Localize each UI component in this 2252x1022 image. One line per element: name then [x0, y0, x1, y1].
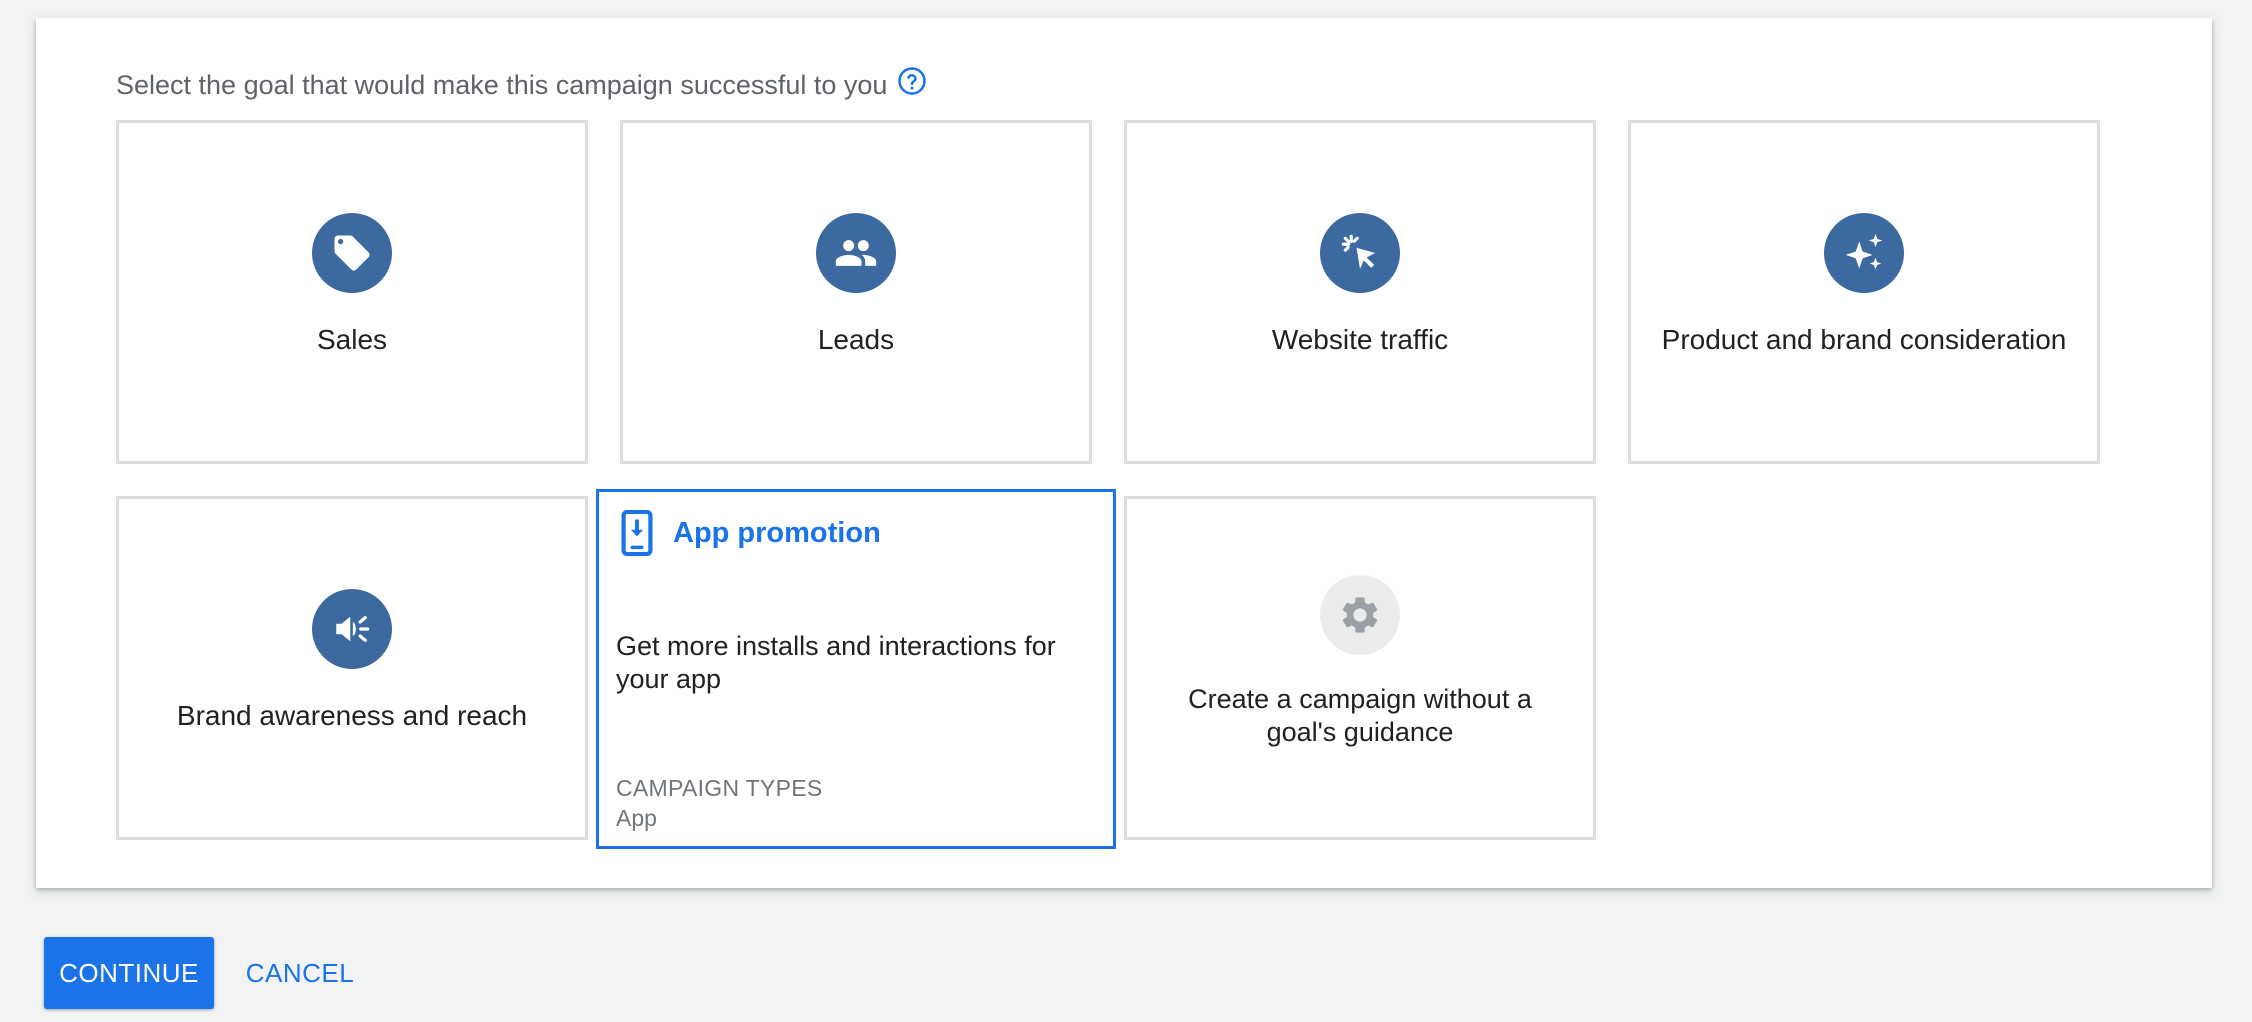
goal-card-app-promotion[interactable]: App promotion Get more installs and inte…	[596, 489, 1116, 849]
goal-prompt: Select the goal that would make this cam…	[116, 66, 927, 101]
cancel-button[interactable]: CANCEL	[232, 937, 368, 1009]
goal-label: Sales	[316, 324, 388, 355]
continue-button[interactable]: CONTINUE	[44, 937, 214, 1009]
goal-card-sales[interactable]: Sales	[116, 120, 588, 464]
campaign-types-value: App	[616, 805, 657, 831]
goal-card-no-guidance[interactable]: Create a campaign without a goal's guida…	[1124, 496, 1596, 840]
goal-label: App promotion	[673, 516, 881, 549]
goal-label: Product and brand consideration	[1661, 324, 2067, 355]
goal-label: Brand awareness and reach	[176, 700, 528, 731]
megaphone-icon	[312, 589, 392, 669]
goal-description: Get more installs and interactions for y…	[616, 631, 1056, 694]
campaign-types-label: CAMPAIGN TYPES	[616, 775, 823, 801]
goal-label: Website traffic	[1271, 324, 1449, 355]
people-icon	[816, 213, 896, 293]
goal-card-product-brand-consideration[interactable]: Product and brand consideration	[1628, 120, 2100, 464]
sparkle-icon	[1824, 213, 1904, 293]
goal-card-website-traffic[interactable]: Website traffic	[1124, 120, 1596, 464]
goal-label: Create a campaign without a goal's guida…	[1188, 684, 1532, 747]
help-circle-icon[interactable]	[897, 66, 927, 96]
selected-card-header: App promotion	[619, 510, 881, 556]
goal-label: Leads	[817, 324, 895, 355]
gear-icon	[1320, 575, 1400, 655]
goal-selection-panel: Select the goal that would make this cam…	[36, 18, 2212, 888]
goal-prompt-text: Select the goal that would make this cam…	[116, 70, 888, 100]
goal-card-brand-awareness[interactable]: Brand awareness and reach	[116, 496, 588, 840]
phone-download-icon	[619, 510, 655, 556]
tag-icon	[312, 213, 392, 293]
cursor-click-icon	[1320, 213, 1400, 293]
goal-card-leads[interactable]: Leads	[620, 120, 1092, 464]
